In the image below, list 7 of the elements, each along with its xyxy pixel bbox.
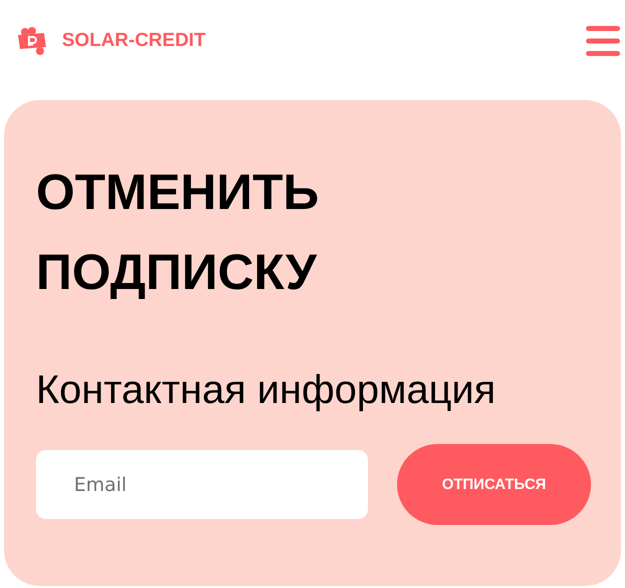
section-heading: Контактная информация bbox=[36, 367, 497, 414]
brand-name[interactable]: SOLAR-CREDIT bbox=[62, 30, 206, 52]
unsubscribe-button[interactable]: ОТПИСАТЬСЯ bbox=[397, 444, 591, 525]
logo-icon bbox=[16, 27, 48, 55]
menu-icon[interactable] bbox=[585, 25, 621, 57]
email-field[interactable]: Email bbox=[36, 450, 368, 519]
page-title: ОТМЕНИТЬ ПОДПИСКУ bbox=[36, 163, 320, 302]
